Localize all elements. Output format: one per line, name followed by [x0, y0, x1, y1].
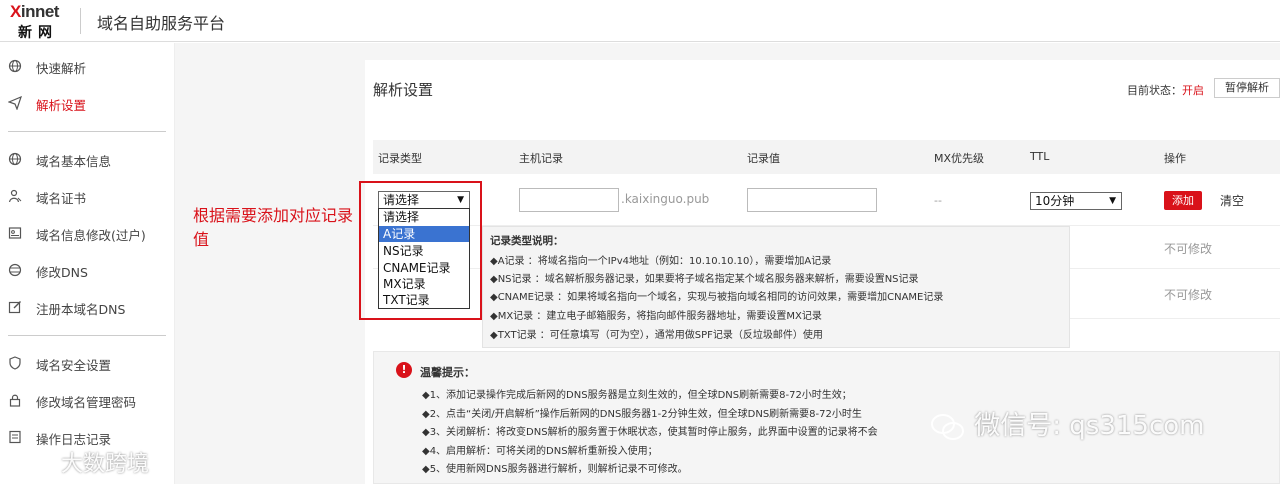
tooltip-line: ◆NS记录 ：域名解析服务器记录，如果要将子域名指定某个域名服务器来解析，需要设…: [490, 274, 919, 285]
column-header-type: 记录类型: [378, 152, 422, 165]
status-text: 目前状态：开启: [1127, 82, 1204, 98]
lock-icon: [8, 393, 22, 407]
column-header-mx: MX优先级: [934, 152, 985, 165]
sidebar-item-domain-info[interactable]: 域名基本信息: [0, 144, 175, 174]
table-header: [373, 140, 1280, 174]
shield-icon: [8, 356, 22, 370]
host-suffix: .kaixinguo.pub: [621, 192, 710, 206]
annotation-text: 根据需要添加对应记录值: [193, 206, 354, 249]
tooltip-line: ◆A记录 ：将域名指向一个IPv4地址（例如：10.10.10.10），需要增加…: [490, 256, 832, 267]
warm-tip-line: ◆5、使用新网DNS服务器进行解析，则解析记录不可修改。: [422, 464, 688, 475]
logo-brand: Xinnet: [10, 2, 59, 21]
tooltip-line: ◆MX记录 ：建立电子邮箱服务，将指向邮件服务器地址，需要设置MX记录: [490, 311, 822, 322]
column-header-ttl: TTL: [1030, 150, 1050, 163]
globe-icon: [8, 152, 22, 166]
log-icon: [8, 430, 22, 444]
status-value: 开启: [1182, 84, 1204, 97]
app-title: 域名自助服务平台: [97, 14, 226, 33]
column-header-value: 记录值: [747, 152, 780, 165]
record-type-help-tooltip: 记录类型说明： ◆A记录 ：将域名指向一个IPv4地址（例如：10.10.10.…: [482, 226, 1070, 348]
sidebar-item-security[interactable]: 域名安全设置: [0, 348, 175, 378]
logo-cn: 新网: [18, 25, 58, 41]
sidebar-item-resolve-settings[interactable]: 解析设置: [0, 88, 175, 118]
id-card-icon: [8, 226, 22, 240]
host-record-input[interactable]: [519, 188, 619, 212]
column-header-actions: 操作: [1164, 152, 1186, 165]
top-bar: Xinnet 新网 域名自助服务平台: [0, 0, 1280, 42]
sidebar-item-transfer[interactable]: 域名信息修改(过户): [0, 218, 175, 248]
sidebar-item-label: 域名基本信息: [36, 154, 112, 169]
wechat-watermark: 微信号: qs315com: [930, 405, 1205, 442]
warm-tip-line: ◆1、添加记录操作完成后新网的DNS服务器是立刻生效的，但全球DNS刷新需要8-…: [422, 390, 852, 401]
chevron-down-icon: ▼: [1109, 196, 1116, 206]
sidebar-divider: [8, 131, 166, 132]
add-button[interactable]: 添加: [1164, 191, 1202, 210]
sidebar-item-modify-dns[interactable]: 修改DNS: [0, 255, 175, 285]
sidebar: 快速解析 解析设置 域名基本信息 域名证书 域名信息修改(过户) 修改DNS 注…: [0, 43, 175, 484]
sidebar-item-label: 域名信息修改(过户): [36, 228, 146, 243]
globe-icon: [8, 59, 22, 73]
tooltip-line: ◆TXT记录 ：可任意填写（可为空），通常用做SPF记录（反垃圾邮件）使用: [490, 330, 823, 341]
tooltip-line: ◆CNAME记录 ：如果将域名指向一个域名，实现与被指向域名相同的访问效果，需要…: [490, 292, 944, 303]
sidebar-item-certificate[interactable]: 域名证书: [0, 181, 175, 211]
page-title: 解析设置: [373, 81, 434, 99]
xinnet-logo[interactable]: Xinnet 新网: [10, 2, 72, 41]
sidebar-item-register-dns[interactable]: 注册本域名DNS: [0, 292, 175, 322]
status-label: 目前状态：: [1127, 84, 1182, 97]
bottom-left-watermark-text: 大数跨境: [61, 452, 150, 477]
sidebar-item-quick-resolve[interactable]: 快速解析: [0, 51, 175, 81]
ttl-select[interactable]: 10分钟 ▼: [1030, 192, 1122, 210]
sidebar-item-label: 修改DNS: [36, 265, 88, 280]
readonly-text: 不可修改: [1164, 242, 1213, 256]
sidebar-item-password[interactable]: 修改域名管理密码: [0, 385, 175, 415]
dns-icon: [8, 263, 22, 277]
tooltip-title: 记录类型说明：: [490, 235, 564, 247]
sidebar-item-label: 快速解析: [36, 61, 87, 76]
pause-resolve-button[interactable]: 暂停解析: [1214, 78, 1280, 98]
wechat-watermark-text: 微信号: qs315com: [974, 411, 1205, 441]
sidebar-item-label: 域名证书: [36, 191, 87, 206]
sidebar-item-label: 注册本域名DNS: [36, 302, 126, 317]
clear-button[interactable]: 清空: [1220, 192, 1244, 209]
column-header-host: 主机记录: [519, 152, 563, 165]
wechat-icon: [931, 413, 964, 440]
warning-icon: !: [396, 362, 412, 378]
readonly-text: 不可修改: [1164, 288, 1213, 302]
header-divider: [80, 8, 81, 34]
warm-tips-title: 温馨提示：: [420, 366, 475, 379]
sidebar-item-label: 修改域名管理密码: [36, 395, 137, 410]
bottom-left-watermark: 大数跨境: [8, 446, 149, 478]
bigdata-logo-icon: [10, 455, 48, 475]
warm-tip-line: ◆3、关闭解析：将改变DNS解析的服务置于休眠状态，使其暂时停止服务，此界面中设…: [422, 427, 878, 438]
record-value-input[interactable]: [747, 188, 877, 212]
sidebar-item-label: 解析设置: [36, 98, 87, 113]
warm-tip-line: ◆4、启用解析：可将关闭的DNS解析重新投入使用；: [422, 446, 658, 457]
sidebar-item-label: 域名安全设置: [36, 358, 112, 373]
ttl-value: 10分钟: [1035, 194, 1075, 208]
sidebar-divider: [8, 335, 166, 336]
user-certificate-icon: [8, 189, 22, 203]
warm-tip-line: ◆2、点击“关闭/开启解析”操作后新网的DNS服务器1-2分钟生效，但全球DNS…: [422, 409, 862, 420]
send-icon: [7, 95, 22, 111]
annotation-highlight-box: [359, 181, 482, 320]
mx-priority-value: --: [934, 194, 942, 207]
edit-icon: [8, 300, 22, 314]
